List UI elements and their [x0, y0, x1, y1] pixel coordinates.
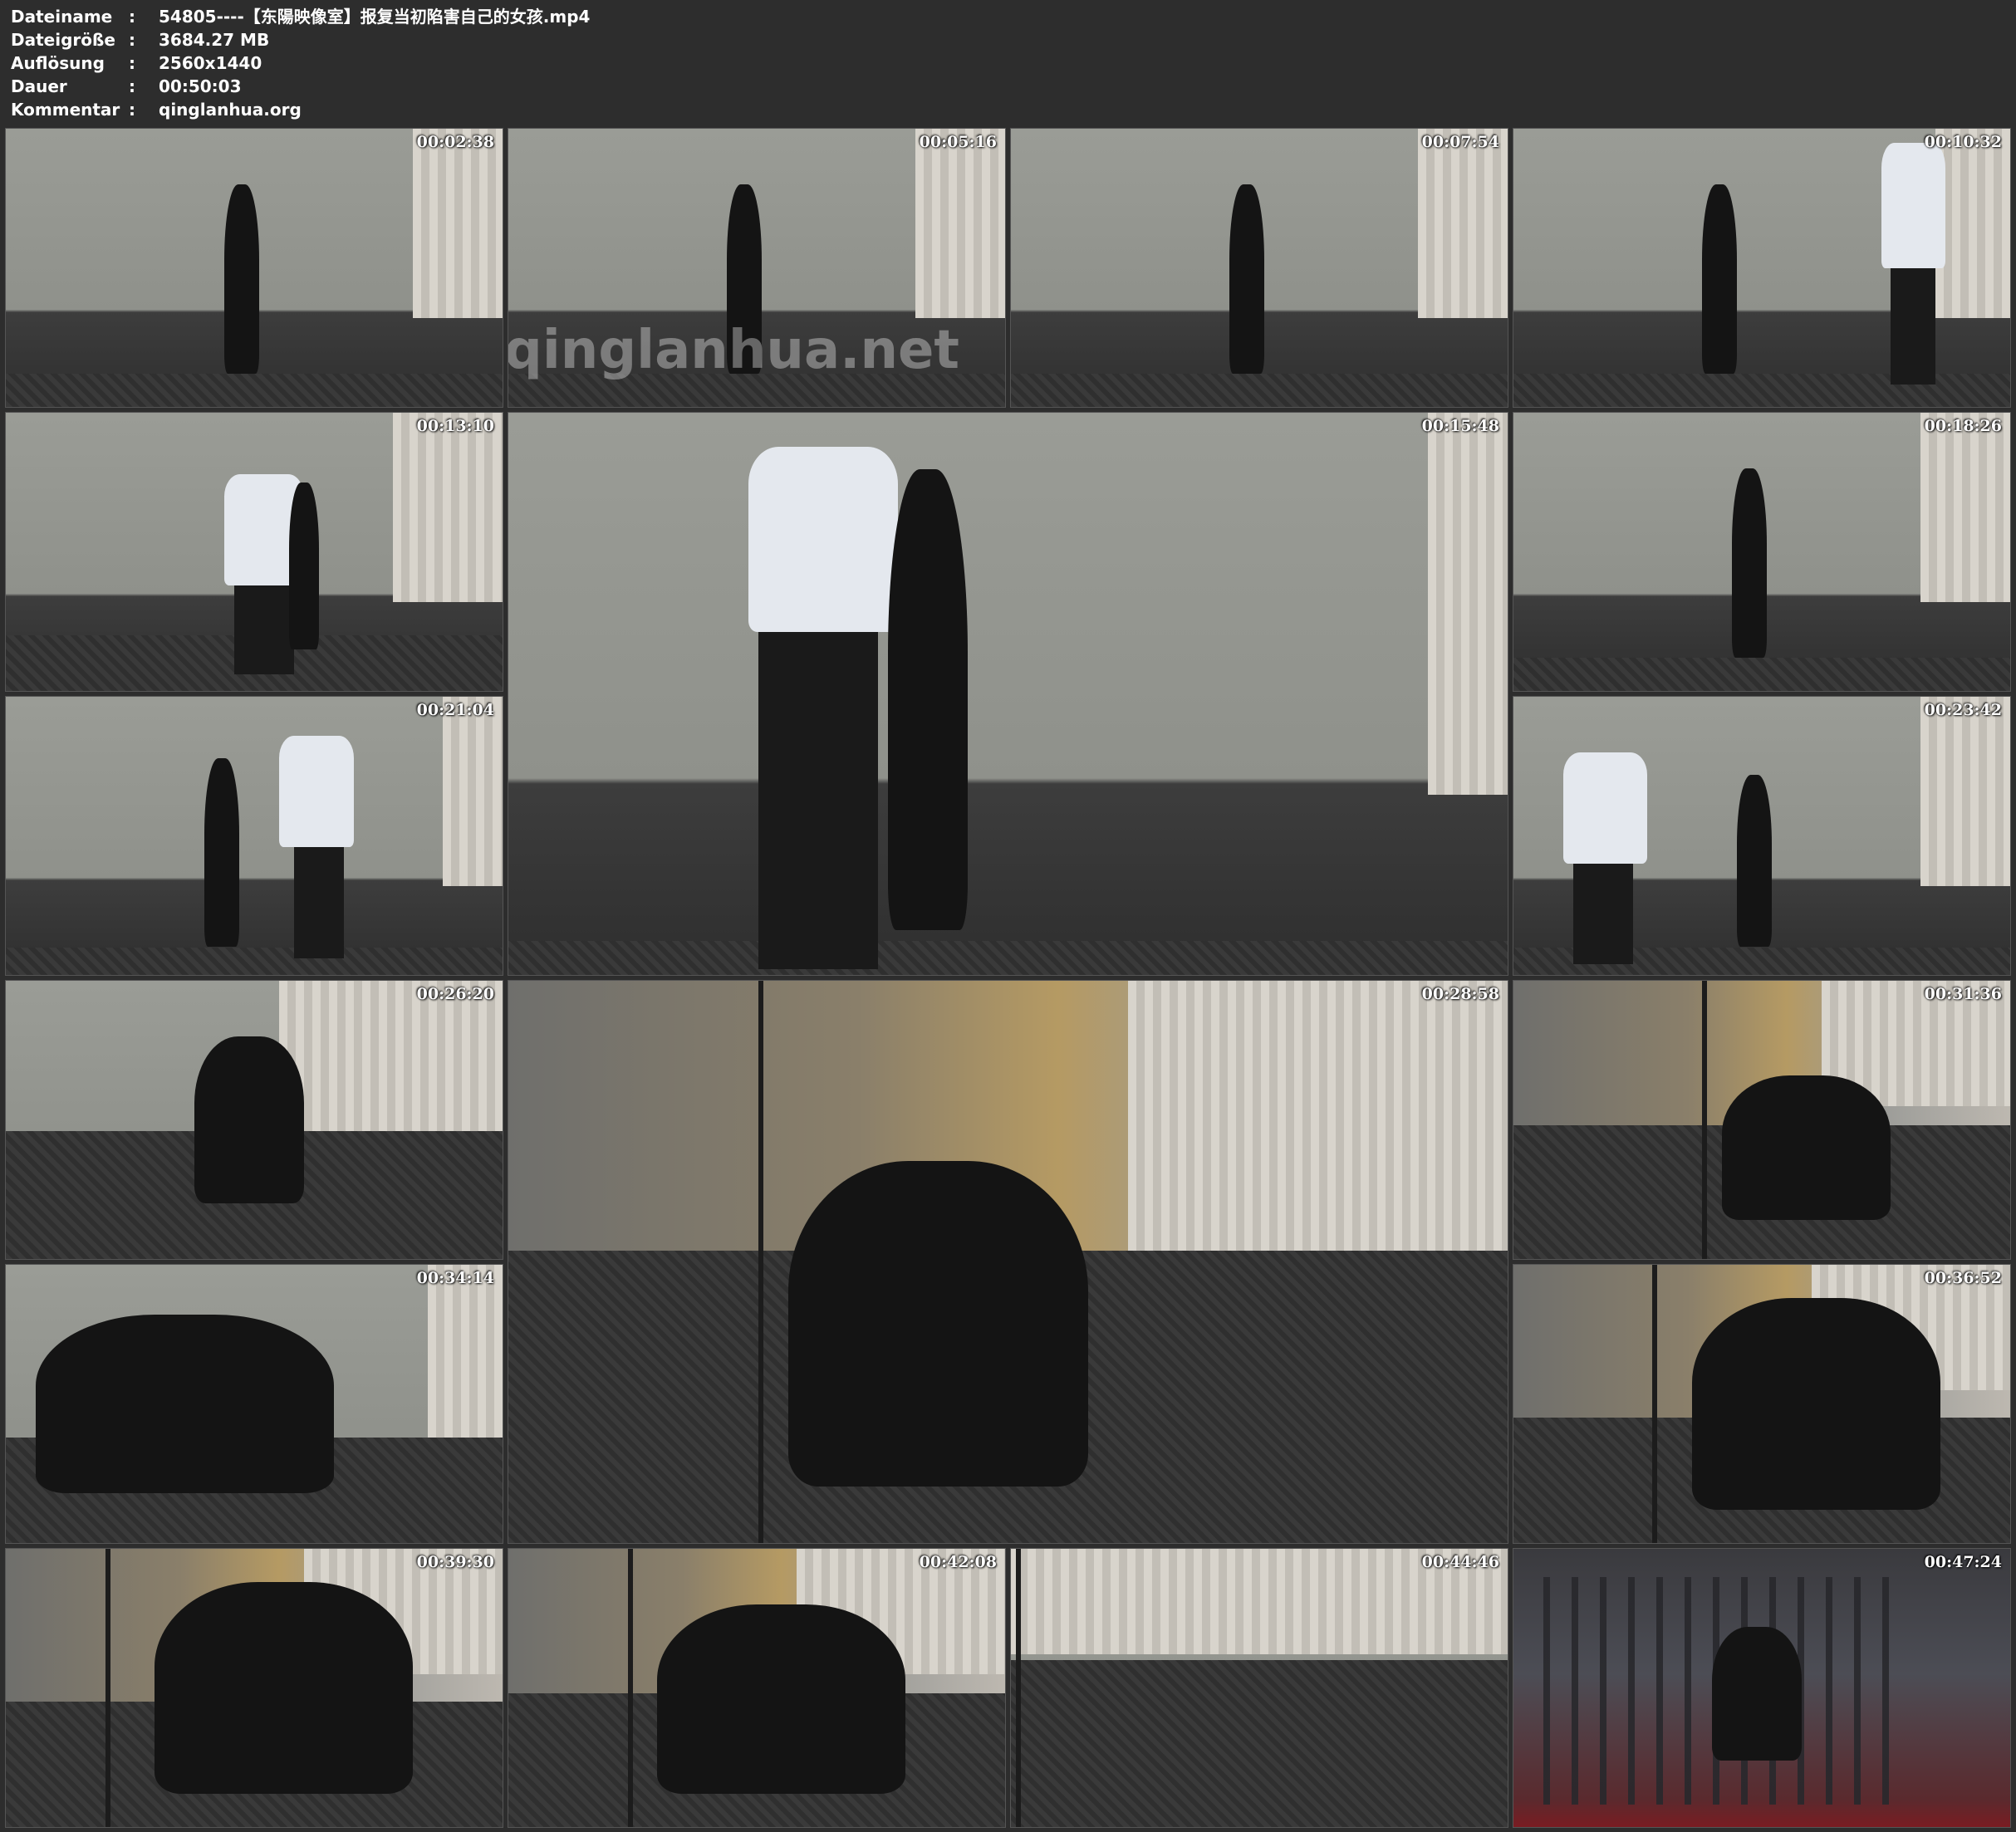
frame-image: [1011, 1549, 1508, 1827]
thumbnail[interactable]: 00:10:32: [1513, 128, 2011, 408]
frame-image: [1513, 413, 2010, 691]
thumbnail[interactable]: 00:21:04: [5, 696, 503, 976]
thumbnail[interactable]: 00:47:24: [1513, 1548, 2011, 1828]
timestamp-label: 00:15:48: [1421, 417, 1499, 435]
frame-image: [6, 697, 503, 975]
timestamp-label: 00:39:30: [416, 1553, 494, 1571]
frame-image: [1513, 1265, 2010, 1543]
timestamp-label: 00:31:36: [1924, 985, 2002, 1003]
timestamp-label: 00:34:14: [416, 1269, 494, 1287]
thumbnail[interactable]: 00:31:36: [1513, 980, 2011, 1260]
thumbnail[interactable]: 00:44:46: [1010, 1548, 1508, 1828]
frame-image: [6, 981, 503, 1259]
timestamp-label: 00:10:32: [1924, 133, 2002, 151]
frame-image: [1513, 981, 2010, 1259]
frame-image: [1513, 129, 2010, 407]
thumbnail[interactable]: 00:42:08: [508, 1548, 1006, 1828]
frame-image: [6, 129, 503, 407]
thumbnail[interactable]: 00:02:38: [5, 128, 503, 408]
frame-image: [1513, 1549, 2010, 1827]
timestamp-label: 00:05:16: [919, 133, 997, 151]
timestamp-label: 00:36:52: [1924, 1269, 2002, 1287]
thumbnail[interactable]: 00:23:42: [1513, 696, 2011, 976]
watermark: qinglanhua.net: [508, 320, 959, 381]
thumbnail[interactable]: 00:36:52: [1513, 1264, 2011, 1544]
thumbnail-large[interactable]: 00:15:48: [508, 412, 1508, 976]
thumbnail[interactable]: 00:13:10: [5, 412, 503, 692]
frame-image: [1513, 697, 2010, 975]
timestamp-label: 00:44:46: [1421, 1553, 1499, 1571]
timestamp-label: 00:26:20: [416, 985, 494, 1003]
frame-image: [508, 981, 1508, 1543]
thumbnail[interactable]: 00:07:54: [1010, 128, 1508, 408]
thumbnail[interactable]: 00:39:30: [5, 1548, 503, 1828]
thumbnail-large[interactable]: 00:28:58: [508, 980, 1508, 1544]
timestamp-label: 00:02:38: [416, 133, 494, 151]
thumbnail-grid: 00:02:38 qinglanhua.net 00:05:16 00:07:5…: [0, 0, 2016, 1832]
thumbnail[interactable]: 00:26:20: [5, 980, 503, 1260]
thumbnail[interactable]: 00:34:14: [5, 1264, 503, 1544]
timestamp-label: 00:47:24: [1924, 1553, 2002, 1571]
timestamp-label: 00:13:10: [416, 417, 494, 435]
timestamp-label: 00:28:58: [1421, 985, 1499, 1003]
thumbnail[interactable]: qinglanhua.net 00:05:16: [508, 128, 1006, 408]
timestamp-label: 00:23:42: [1924, 701, 2002, 719]
timestamp-label: 00:18:26: [1924, 417, 2002, 435]
frame-image: [508, 413, 1508, 975]
timestamp-label: 00:42:08: [919, 1553, 997, 1571]
timestamp-label: 00:07:54: [1421, 133, 1499, 151]
frame-image: [508, 1549, 1005, 1827]
frame-image: [6, 1549, 503, 1827]
frame-image: [1011, 129, 1508, 407]
thumbnail[interactable]: 00:18:26: [1513, 412, 2011, 692]
timestamp-label: 00:21:04: [416, 701, 494, 719]
frame-image: [6, 1265, 503, 1543]
frame-image: [6, 413, 503, 691]
